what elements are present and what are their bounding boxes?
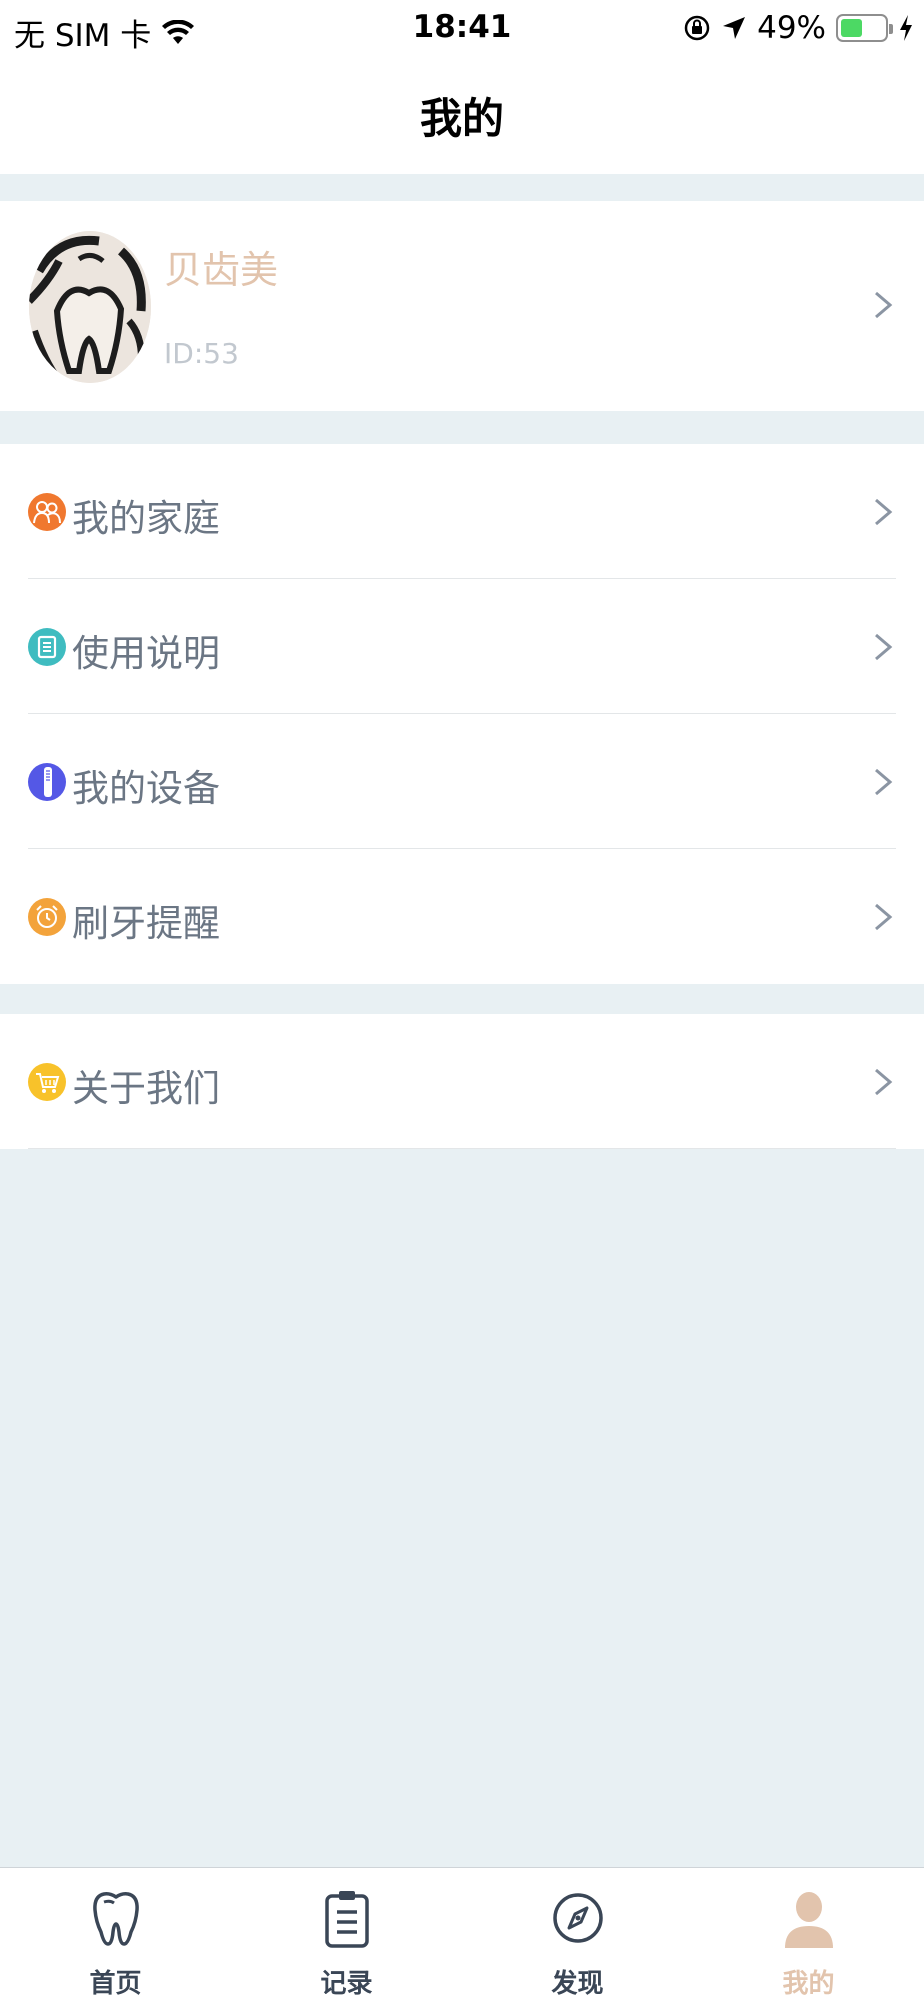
toothbrush-icon: [28, 763, 66, 801]
status-right: 49%: [683, 10, 914, 46]
tab-label: 发现: [551, 1969, 604, 1999]
menu-group-main: 我的家庭 使用说明 我的设备 刷牙提醒: [0, 444, 924, 984]
location-arrow-icon: [723, 17, 746, 39]
menu-label: 我的家庭: [72, 497, 220, 540]
rotation-lock-icon: [684, 15, 710, 41]
profile-card[interactable]: 贝齿美 ID:53: [0, 201, 924, 411]
menu-item-family[interactable]: 我的家庭: [0, 444, 924, 579]
tab-home[interactable]: 首页: [0, 1868, 231, 2000]
menu-label: 刷牙提醒: [72, 902, 220, 945]
tab-records[interactable]: 记录: [231, 1868, 462, 2000]
tab-mine[interactable]: 我的: [693, 1868, 924, 2000]
menu-item-about-us[interactable]: 关于我们: [0, 1014, 924, 1149]
battery-percent: 49%: [757, 10, 826, 46]
tab-label: 首页: [89, 1969, 142, 1999]
charging-bolt-icon: [900, 15, 912, 41]
alarm-clock-icon: [28, 898, 66, 936]
page-title: 我的: [419, 94, 504, 143]
avatar: [29, 231, 151, 383]
tooth-icon: [92, 1892, 139, 1946]
menu-label: 使用说明: [72, 632, 220, 675]
family-icon: [28, 493, 66, 531]
menu-item-instructions[interactable]: 使用说明: [0, 579, 924, 714]
tab-discover[interactable]: 发现: [462, 1868, 693, 2000]
battery-icon: [836, 14, 893, 42]
chevron-right-icon: [875, 768, 893, 796]
battery-fill: [841, 19, 862, 37]
menu-item-devices[interactable]: 我的设备: [0, 714, 924, 849]
menu-label: 关于我们: [72, 1067, 220, 1110]
shopping-cart-icon: [28, 1063, 66, 1101]
menu-group-about: 关于我们: [0, 1014, 924, 1149]
tab-label: 记录: [320, 1969, 373, 1999]
profile-id: ID:53: [164, 337, 239, 370]
chevron-right-icon: [875, 1068, 893, 1096]
tab-label: 我的: [782, 1969, 835, 1999]
chevron-right-icon: [875, 633, 893, 661]
menu-label: 我的设备: [72, 767, 220, 810]
chevron-right-icon: [875, 498, 893, 526]
chevron-right-icon: [875, 903, 893, 931]
chevron-right-icon: [875, 291, 893, 319]
status-bar: 无 SIM 卡 18:41 49%: [0, 0, 924, 57]
clipboard-icon: [324, 1891, 369, 1948]
profile-name: 贝齿美: [164, 248, 279, 292]
compass-icon: [552, 1893, 603, 1943]
person-icon: [784, 1892, 833, 1948]
menu-item-brush-reminder[interactable]: 刷牙提醒: [0, 849, 924, 984]
tab-bar: 首页 记录 发现 我的: [0, 1867, 924, 2000]
nav-bar: 我的: [0, 57, 924, 174]
document-icon: [28, 628, 66, 666]
